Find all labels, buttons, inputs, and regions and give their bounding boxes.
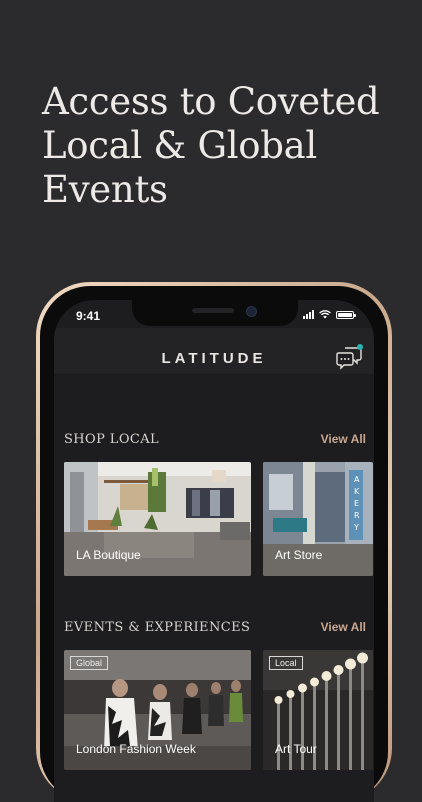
notification-dot: [357, 344, 363, 350]
phone-frame: 9:41 LATITUDE SHOP LOCAL View All LA Bou…: [36, 282, 392, 802]
card-label: Art Tour: [275, 742, 317, 756]
battery-icon: [336, 311, 356, 319]
card-label: LA Boutique: [76, 548, 141, 562]
section-title-shop-local: SHOP LOCAL: [64, 432, 160, 447]
app-screen: 9:41 LATITUDE SHOP LOCAL View All LA Bou…: [54, 300, 374, 802]
view-all-shop-local[interactable]: View All: [321, 432, 366, 446]
svg-text:R: R: [354, 511, 360, 520]
svg-text:Y: Y: [353, 523, 359, 532]
signal-icon: [303, 310, 314, 319]
card-art-tour[interactable]: Local Art Tour: [263, 650, 373, 770]
wifi-icon: [319, 310, 331, 319]
tag-global: Global: [70, 656, 109, 670]
section-title-events: EVENTS & EXPERIENCES: [64, 620, 251, 635]
card-art-store[interactable]: A K E R Y Art Store: [263, 462, 373, 576]
app-header: LATITUDE: [54, 328, 374, 374]
notch: [132, 300, 298, 326]
view-all-events[interactable]: View All: [321, 620, 366, 634]
chat-bubbles-icon[interactable]: [336, 344, 363, 370]
svg-text:A: A: [354, 475, 360, 484]
card-label: Art Store: [275, 548, 323, 562]
status-time: 9:41: [76, 309, 101, 323]
card-la-boutique[interactable]: LA Boutique: [64, 462, 251, 576]
camera-icon: [246, 306, 257, 317]
card-label: London Fashion Week: [76, 742, 196, 756]
card-london-fashion-week[interactable]: Global London Fashion Week: [64, 650, 251, 770]
svg-text:E: E: [354, 499, 359, 508]
svg-text:K: K: [354, 487, 360, 496]
headline: Access to Coveted Local & Global Events: [42, 80, 380, 211]
tag-local: Local: [269, 656, 303, 670]
status-icons: [303, 310, 356, 319]
app-logo: LATITUDE: [161, 350, 267, 367]
